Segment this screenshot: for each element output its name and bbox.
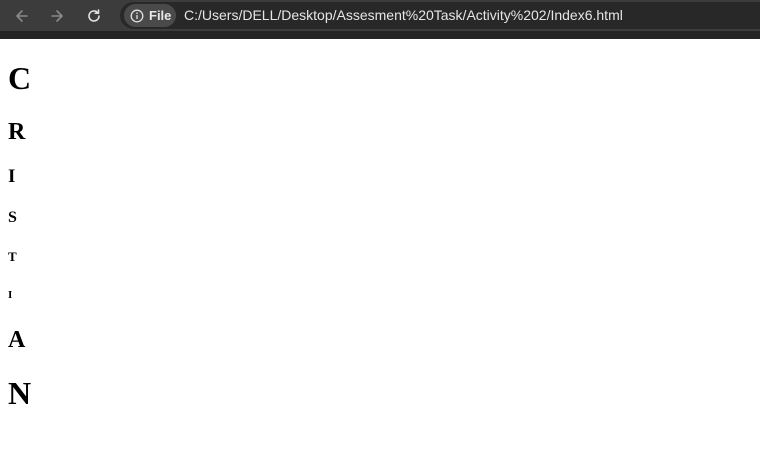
arrow-right-icon xyxy=(51,10,63,22)
site-info-chip[interactable]: File xyxy=(124,4,176,27)
reload-icon xyxy=(88,9,100,22)
heading-1: C xyxy=(8,60,32,96)
heading-3: I xyxy=(8,166,16,187)
heading-6: I xyxy=(8,289,13,301)
heading-5: T xyxy=(8,249,17,264)
back-button[interactable] xyxy=(10,4,34,28)
address-bar[interactable]: File C:/Users/DELL/Desktop/Assesment%20T… xyxy=(120,2,760,29)
reload-button[interactable] xyxy=(82,4,106,28)
page-content: C R I S T I A N xyxy=(8,39,752,433)
heading-2: R xyxy=(8,119,26,145)
arrow-left-icon xyxy=(16,10,28,22)
forward-button[interactable] xyxy=(45,4,69,28)
heading-4: S xyxy=(8,209,17,226)
heading-7: A xyxy=(8,327,26,353)
url-text[interactable]: C:/Users/DELL/Desktop/Assesment%20Task/A… xyxy=(184,7,623,23)
heading-8: N xyxy=(8,375,32,411)
info-circle-icon xyxy=(130,9,144,22)
browser-toolbar: File C:/Users/DELL/Desktop/Assesment%20T… xyxy=(0,0,760,39)
site-chip-label: File xyxy=(149,8,172,23)
